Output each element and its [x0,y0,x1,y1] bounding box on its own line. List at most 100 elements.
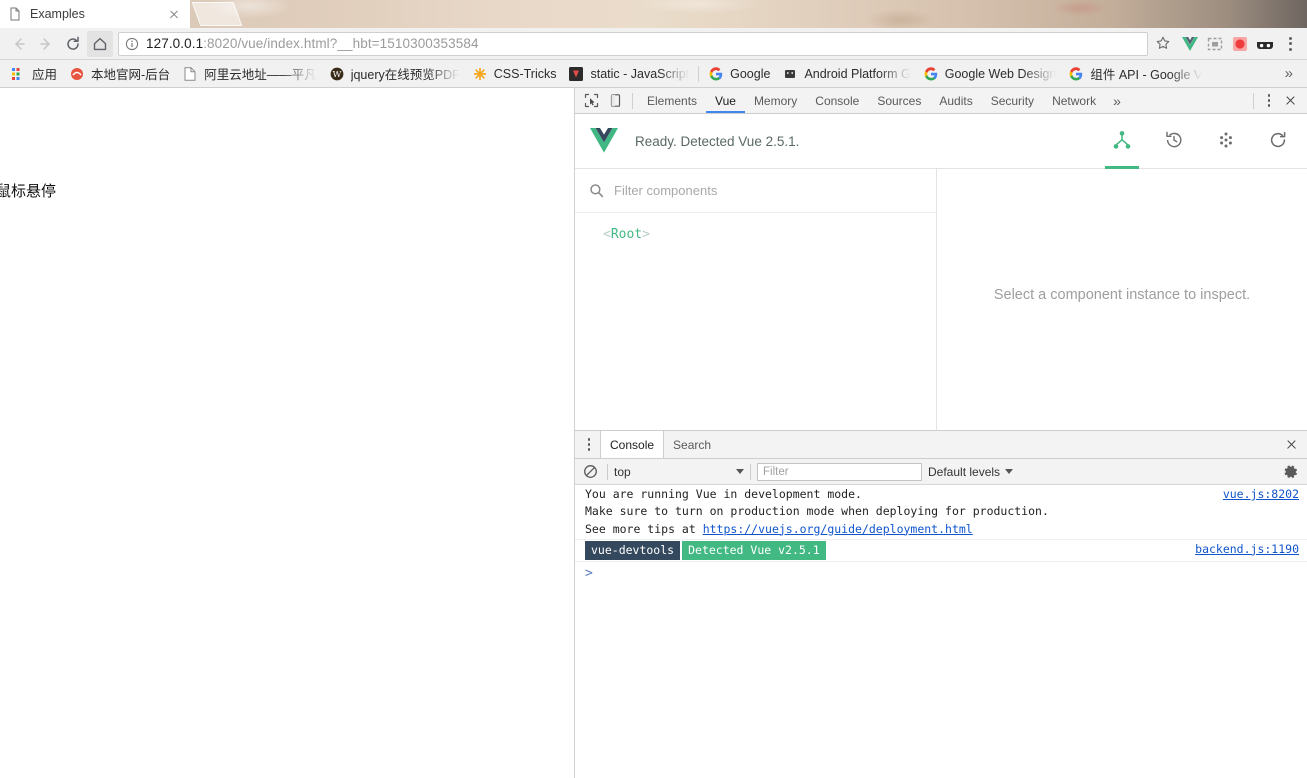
tree-node-root[interactable]: <Root> [603,227,936,242]
back-arrow-icon[interactable] [6,31,32,57]
wordpress-favicon: W [329,66,345,82]
vue-devtools-panel: Ready. Detected Vue 2.5.1. Filter compon… [575,114,1307,430]
vue-logo-icon [589,127,619,155]
console-message-vue-devtools[interactable]: vue-devtools Detected Vue v2.5.1 backend.… [575,540,1307,562]
gear-icon[interactable] [1279,461,1303,483]
drawer-tab-console[interactable]: Console [600,431,665,458]
log-level-select[interactable]: Default levels [928,464,1014,479]
browser-tab-examples[interactable]: Examples [0,0,190,28]
console-source-link[interactable]: vue.js:8202 [1223,486,1299,501]
more-tabs-icon[interactable]: » [1105,93,1129,109]
url-text: 127.0.0.1:8020/vue/index.html?__hbt=1510… [146,36,479,51]
close-icon[interactable] [1281,435,1301,455]
devtools-tab-memory[interactable]: Memory [745,88,806,113]
site-favicon [69,66,85,82]
toggle-device-toolbar-icon[interactable] [603,90,627,112]
bookmarks-overflow-icon[interactable]: » [1275,65,1303,82]
url-path: :8020/vue/index.html?__hbt=1510300353584 [203,36,479,51]
component-tree-icon[interactable] [1105,114,1139,169]
detail-placeholder-text: Select a component instance to inspect. [993,287,1251,303]
component-filter-bar[interactable] [575,169,936,213]
page-icon [8,7,22,21]
google-favicon [923,66,939,82]
bookmark-apps[interactable]: 应用 [4,63,63,85]
devtools-tab-network[interactable]: Network [1043,88,1105,113]
drawer-tab-search[interactable]: Search [664,431,720,458]
bookmark-google-web-design[interactable]: Google Web Design [917,63,1063,85]
forward-arrow-icon[interactable] [33,31,59,57]
console-message-text: You are running Vue in development mode.… [585,486,1211,538]
deployment-guide-link[interactable]: https://vuejs.org/guide/deployment.html [703,522,973,536]
bookmark-label: 阿里云地址——平凡 [204,68,317,82]
devtools-kebab-icon[interactable] [1259,90,1279,112]
recorder-extension-icon[interactable] [1230,34,1250,54]
drawer-tab-bar: Console Search [575,431,1307,459]
divider [607,463,608,480]
close-icon[interactable] [1279,90,1301,112]
chrome-menu-icon[interactable] [1279,32,1301,56]
time-travel-icon[interactable] [1159,114,1189,169]
screenshot-extension-icon[interactable] [1205,34,1225,54]
prompt-caret-icon: > [585,566,593,581]
devtools-tab-elements[interactable]: Elements [638,88,706,113]
search-icon [589,183,604,198]
vue-devtools-extension-icon[interactable] [1180,34,1200,54]
bookmarks-bar: 应用 本地官网-后台 阿里云地址——平凡 W jquery在线预览PDF CSS… [0,60,1307,88]
log-level-value: Default levels [928,464,1001,479]
component-tree-pane: <Root> [575,169,937,430]
bookmark-label: Google Web Design [944,66,1057,81]
bookmark-aliyun[interactable]: 阿里云地址——平凡 [176,63,323,85]
bookmark-android-platform[interactable]: Android Platform G [776,63,916,85]
component-tree-list: <Root> [575,213,936,430]
devtools-tab-sources[interactable]: Sources [868,88,930,113]
close-icon[interactable] [166,6,182,22]
divider [632,92,633,109]
browser-content: 鼠标悬停 Elements Vue Memory Console Sources… [0,88,1307,778]
tree-node-label: Root [610,227,643,242]
page-heading-text: 鼠标悬停 [0,182,57,200]
google-favicon [1068,66,1084,82]
devtools-tab-console[interactable]: Console [806,88,868,113]
info-circle-icon[interactable] [125,37,139,51]
browser-toolbar: 127.0.0.1:8020/vue/index.html?__hbt=1510… [0,28,1307,60]
console-prompt[interactable]: > [575,562,1307,585]
bookmark-label: static - JavaScript [590,66,690,81]
inspect-element-icon[interactable] [579,90,603,112]
clear-console-icon[interactable] [579,461,601,483]
bookmark-css-tricks[interactable]: CSS-Tricks [466,63,563,85]
page-viewport: 鼠标悬停 [0,88,575,778]
console-message-vue-dev-mode[interactable]: You are running Vue in development mode.… [575,485,1307,540]
devtools-tab-bar: Elements Vue Memory Console Sources Audi… [575,88,1307,114]
bookmark-jquery-pdf[interactable]: W jquery在线预览PDF [323,63,466,85]
google-favicon [708,66,724,82]
bookmark-label: 组件 API - Google V [1090,68,1203,82]
bookmark-local-admin[interactable]: 本地官网-后台 [63,63,176,85]
bookmark-component-api[interactable]: 组件 API - Google V [1062,63,1208,85]
home-icon[interactable] [87,30,113,57]
address-bar[interactable]: 127.0.0.1:8020/vue/index.html?__hbt=1510… [118,31,1148,56]
devtools-tab-vue[interactable]: Vue [706,88,745,113]
apps-grid-icon [10,66,26,82]
execution-context-select[interactable]: top [614,465,744,479]
vue-panel-header: Ready. Detected Vue 2.5.1. [575,114,1307,169]
glasses-extension-icon[interactable] [1255,34,1275,54]
star-icon[interactable] [1154,34,1174,54]
refresh-icon[interactable] [1263,114,1293,169]
drawer-kebab-icon[interactable] [578,433,600,457]
console-filter-input[interactable] [763,465,916,478]
reload-icon[interactable] [60,31,86,57]
events-icon[interactable] [1211,114,1241,169]
new-tab-button[interactable] [191,2,243,26]
console-source-link[interactable]: backend.js:1190 [1195,541,1299,556]
devtools-tab-audits[interactable]: Audits [930,88,981,113]
bookmark-label: jquery在线预览PDF [350,68,460,82]
devtools-tab-security[interactable]: Security [982,88,1043,113]
bookmark-static-javascript[interactable]: static - JavaScript [562,63,695,85]
vue-panel-body: <Root> Select a component instance to in… [575,169,1307,430]
message-line-2: Make sure to turn on production mode whe… [585,504,1049,519]
search-input[interactable] [614,183,922,198]
divider [750,463,751,480]
bookmark-google[interactable]: Google [702,63,776,85]
vue-status-text: Ready. Detected Vue 2.5.1. [635,133,800,149]
console-filter-input-wrap[interactable] [757,462,922,481]
